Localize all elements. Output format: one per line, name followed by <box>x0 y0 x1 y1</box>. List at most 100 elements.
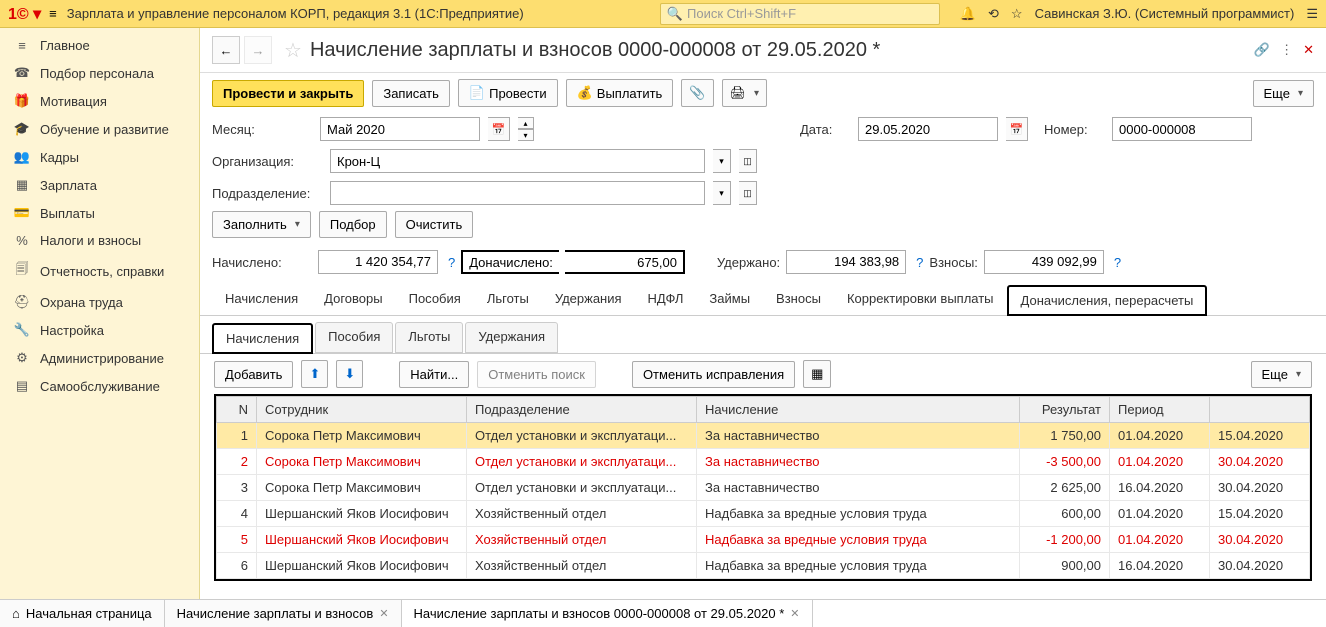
save-button[interactable]: Записать <box>372 80 450 107</box>
process-icon: 📄 <box>469 85 485 101</box>
col-n[interactable]: N <box>217 397 257 423</box>
table-more-button[interactable]: Еще <box>1251 361 1312 388</box>
sidebar-item[interactable]: %Налоги и взносы <box>0 227 199 254</box>
dept-open-icon[interactable]: ◫ <box>739 181 757 205</box>
fill-button[interactable]: Заполнить <box>212 211 311 238</box>
link-icon[interactable]: 🔗 <box>1254 42 1270 58</box>
nav-back[interactable]: ← <box>212 36 240 64</box>
dept-dropdown-icon[interactable]: ▾ <box>713 181 731 205</box>
tab-sub[interactable]: Льготы <box>395 322 463 353</box>
month-down[interactable]: ▾ <box>518 129 534 141</box>
tab-main[interactable]: Договоры <box>311 284 395 315</box>
tab-main[interactable]: Льготы <box>474 284 542 315</box>
sidebar-item[interactable]: 🎓Обучение и развитие <box>0 115 199 143</box>
date-calendar-icon[interactable]: 📅 <box>1006 117 1028 141</box>
tab-main[interactable]: Корректировки выплаты <box>834 284 1007 315</box>
accrued-value: 1 420 354,77 <box>318 250 438 274</box>
tab-sub[interactable]: Начисления <box>212 323 313 354</box>
org-input[interactable] <box>330 149 705 173</box>
window-tab[interactable]: Начисление зарплаты и взносов✕ <box>165 600 402 627</box>
org-open-icon[interactable]: ◫ <box>739 149 757 173</box>
close-tab-icon[interactable]: ✕ <box>379 607 388 620</box>
process-and-close-button[interactable]: Провести и закрыть <box>212 80 364 107</box>
sidebar-item[interactable]: 👥Кадры <box>0 143 199 171</box>
bell-icon[interactable]: 🔔 <box>960 6 976 22</box>
tab-main[interactable]: Удержания <box>542 284 635 315</box>
table-row[interactable]: 5Шершанский Яков ИосифовичХозяйственный … <box>217 527 1310 553</box>
window-tab[interactable]: ⌂ Начальная страница <box>0 600 165 627</box>
help-icon[interactable]: ? <box>448 255 455 270</box>
sidebar-item[interactable]: ⚙Администрирование <box>0 344 199 372</box>
menu-icon[interactable]: ≡ <box>49 6 57 21</box>
sidebar-item[interactable]: 🗐Отчетность, справки <box>0 254 199 288</box>
col-res[interactable]: Результат <box>1020 397 1110 423</box>
help-icon-2[interactable]: ? <box>916 255 923 270</box>
find-button[interactable]: Найти... <box>399 361 469 388</box>
sidebar-item[interactable]: ≡Главное <box>0 32 199 59</box>
sidebar-label: Зарплата <box>40 178 97 193</box>
month-up[interactable]: ▴ <box>518 117 534 129</box>
move-up-button[interactable]: ⬆ <box>301 360 328 388</box>
data-table: NСотрудникПодразделениеНачислениеРезульт… <box>214 394 1312 581</box>
print-button[interactable]: 🖨 <box>722 79 768 107</box>
cancel-search-button[interactable]: Отменить поиск <box>477 361 596 388</box>
tab-main[interactable]: Доначисления, перерасчеты <box>1007 285 1208 316</box>
col-period[interactable]: Период <box>1110 397 1210 423</box>
panel-icon[interactable]: ☰ <box>1306 6 1318 22</box>
sidebar-item[interactable]: ▦Зарплата <box>0 171 199 199</box>
close-tab-icon[interactable]: ✕ <box>790 607 799 620</box>
org-dropdown-icon[interactable]: ▾ <box>713 149 731 173</box>
more-button[interactable]: Еще <box>1253 80 1314 107</box>
tab-sub[interactable]: Пособия <box>315 322 393 353</box>
tab-sub[interactable]: Удержания <box>465 322 558 353</box>
more-icon[interactable]: ⋮ <box>1280 42 1293 58</box>
col-dept[interactable]: Подразделение <box>467 397 697 423</box>
month-input[interactable] <box>320 117 480 141</box>
star-icon[interactable]: ☆ <box>1011 6 1023 22</box>
cancel-fix-button[interactable]: Отменить исправления <box>632 361 795 388</box>
window-tab-label: Начальная страница <box>26 606 152 621</box>
global-search[interactable]: 🔍 Поиск Ctrl+Shift+F <box>660 3 940 25</box>
window-tab-label: Начисление зарплаты и взносов 0000-00000… <box>414 606 785 621</box>
dept-input[interactable] <box>330 181 705 205</box>
sidebar-item[interactable]: 💳Выплаты <box>0 199 199 227</box>
move-down-button[interactable]: ⬇ <box>336 360 363 388</box>
month-calendar-icon[interactable]: 📅 <box>488 117 510 141</box>
attach-button[interactable]: 📎 <box>681 79 713 107</box>
user-label[interactable]: Савинская З.Ю. (Системный программист) <box>1035 6 1295 21</box>
tab-main[interactable]: Взносы <box>763 284 834 315</box>
favorite-icon[interactable]: ☆ <box>284 38 302 63</box>
clear-button[interactable]: Очистить <box>395 211 474 238</box>
history-icon[interactable]: ⟲ <box>988 6 999 22</box>
col-accr[interactable]: Начисление <box>697 397 1020 423</box>
sidebar-item[interactable]: 🔧Настройка <box>0 316 199 344</box>
tab-main[interactable]: Пособия <box>396 284 474 315</box>
tab-main[interactable]: Займы <box>696 284 763 315</box>
contrib-value: 439 092,99 <box>984 250 1104 274</box>
sidebar-item[interactable]: 🎁Мотивация <box>0 87 199 115</box>
select-button[interactable]: Подбор <box>319 211 387 238</box>
table-row[interactable]: 1Сорока Петр МаксимовичОтдел установки и… <box>217 423 1310 449</box>
sidebar-item[interactable]: ⛑Охрана труда <box>0 288 199 316</box>
process-button[interactable]: 📄Провести <box>458 79 558 107</box>
tab-main[interactable]: НДФЛ <box>635 284 697 315</box>
columns-button[interactable]: ▦ <box>803 360 831 388</box>
table-row[interactable]: 4Шершанский Яков ИосифовичХозяйственный … <box>217 501 1310 527</box>
tab-main[interactable]: Начисления <box>212 284 311 315</box>
col-emp[interactable]: Сотрудник <box>257 397 467 423</box>
table-row[interactable]: 2Сорока Петр МаксимовичОтдел установки и… <box>217 449 1310 475</box>
date-input[interactable] <box>858 117 998 141</box>
number-input[interactable] <box>1112 117 1252 141</box>
col-period2[interactable] <box>1210 397 1310 423</box>
nav-forward[interactable]: → <box>244 36 272 64</box>
table-row[interactable]: 3Сорока Петр МаксимовичОтдел установки и… <box>217 475 1310 501</box>
close-icon[interactable]: ✕ <box>1303 42 1314 58</box>
help-icon-3[interactable]: ? <box>1114 255 1121 270</box>
pay-button[interactable]: 💰Выплатить <box>566 79 674 107</box>
sidebar-item[interactable]: ▤Самообслуживание <box>0 372 199 400</box>
add-row-button[interactable]: Добавить <box>214 361 293 388</box>
table-row[interactable]: 6Шершанский Яков ИосифовичХозяйственный … <box>217 553 1310 579</box>
sidebar-item[interactable]: ☎Подбор персонала <box>0 59 199 87</box>
home-icon: ⌂ <box>12 606 20 621</box>
window-tab[interactable]: Начисление зарплаты и взносов 0000-00000… <box>402 600 813 627</box>
